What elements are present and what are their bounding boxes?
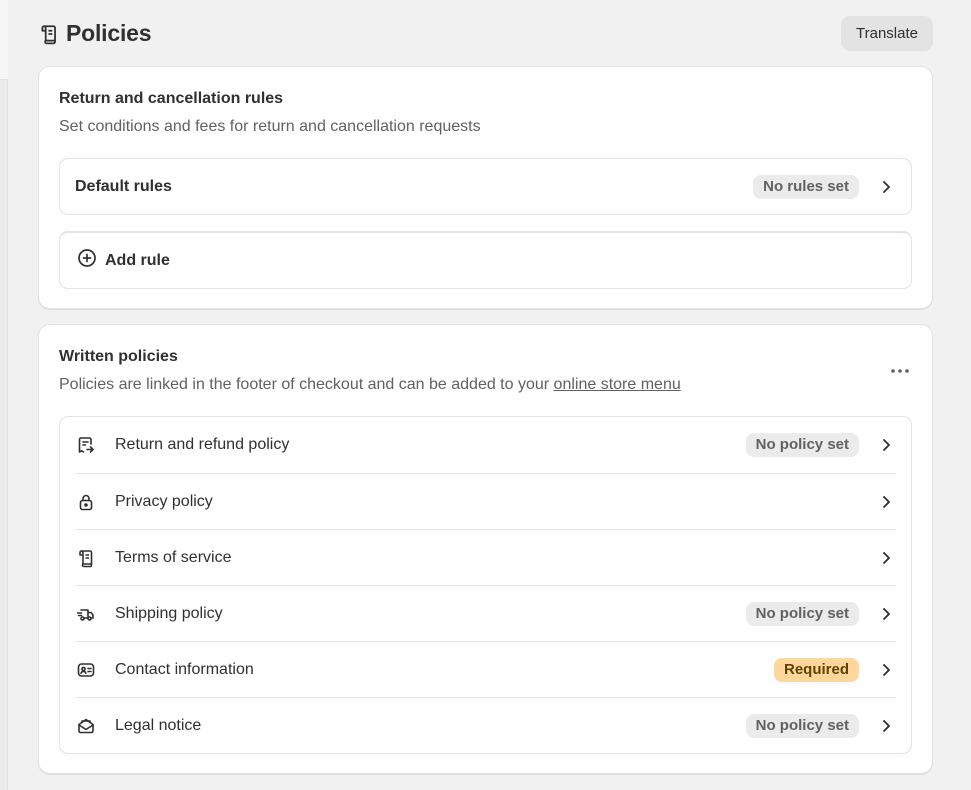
policy-label: Terms of service — [115, 548, 232, 566]
policy-label: Privacy policy — [115, 492, 213, 510]
policy-list-box: Return and refund policy No policy set P… — [59, 416, 912, 754]
card-title: Written policies — [59, 348, 178, 365]
return-receipt-icon — [75, 434, 97, 456]
delivery-truck-icon — [75, 603, 97, 625]
policy-label: Contact information — [115, 660, 254, 678]
ellipsis-icon — [890, 361, 910, 379]
policy-label: Return and refund policy — [115, 436, 290, 453]
policy-row-terms[interactable]: Terms of service — [75, 529, 896, 585]
add-rule-button[interactable]: Add rule — [60, 233, 911, 288]
status-badge: No rules set — [753, 174, 859, 199]
chevron-right-icon — [876, 716, 896, 736]
policy-row-contact[interactable]: Contact information Required — [75, 641, 896, 697]
card-subtitle: Policies are linked in the footer of che… — [59, 376, 912, 394]
plus-circle-icon — [77, 248, 97, 273]
page-title-group: Policies — [38, 20, 152, 47]
policy-row-return-refund[interactable]: Return and refund policy No policy set — [75, 417, 896, 473]
subtitle-text: Policies are linked in the footer of che… — [59, 376, 554, 393]
written-policies-card: Written policies Policies are linked in … — [38, 324, 933, 774]
scroll-icon — [75, 547, 97, 569]
lock-icon — [75, 491, 97, 513]
status-badge: No policy set — [745, 433, 859, 457]
status-badge: No policy set — [745, 713, 859, 738]
policy-label: Shipping policy — [115, 604, 223, 622]
chevron-right-icon — [876, 435, 896, 455]
page-header: Policies Translate — [38, 0, 933, 66]
add-rule-box: Add rule — [59, 231, 912, 289]
default-rules-row[interactable]: Default rules No rules set — [60, 159, 911, 214]
chevron-right-icon — [876, 548, 896, 568]
contact-card-icon — [75, 659, 97, 681]
default-rules-box: Default rules No rules set — [59, 158, 912, 215]
policy-row-shipping[interactable]: Shipping policy No policy set — [75, 585, 896, 641]
policy-row-privacy[interactable]: Privacy policy — [75, 473, 896, 529]
status-badge: No policy set — [745, 601, 859, 626]
card-subtitle: Set conditions and fees for return and c… — [59, 118, 481, 135]
chevron-right-icon — [876, 660, 896, 680]
return-cancellation-rules-card: Return and cancellation rules Set condit… — [38, 66, 933, 309]
translate-button[interactable]: Translate — [841, 16, 933, 51]
required-badge: Required — [773, 657, 859, 682]
online-store-menu-link[interactable]: online store menu — [554, 376, 681, 393]
left-nav-edge — [0, 0, 8, 790]
card-title: Return and cancellation rules — [59, 90, 284, 107]
chevron-right-icon — [876, 604, 896, 624]
scroll-icon — [38, 23, 60, 45]
policies-page: Policies Translate Return and cancellati… — [38, 0, 933, 774]
default-rules-label: Default rules — [75, 177, 172, 195]
policy-label: Legal notice — [115, 716, 202, 734]
policy-list: Return and refund policy No policy set P… — [60, 417, 911, 753]
policy-row-legal[interactable]: Legal notice No policy set — [75, 697, 896, 753]
chevron-right-icon — [876, 177, 896, 197]
left-nav-edge-top — [0, 0, 8, 80]
mail-open-icon — [75, 715, 97, 737]
more-actions-button[interactable] — [886, 360, 914, 380]
page-title: Policies — [66, 20, 152, 46]
add-rule-label: Add rule — [105, 251, 170, 269]
chevron-right-icon — [876, 492, 896, 512]
